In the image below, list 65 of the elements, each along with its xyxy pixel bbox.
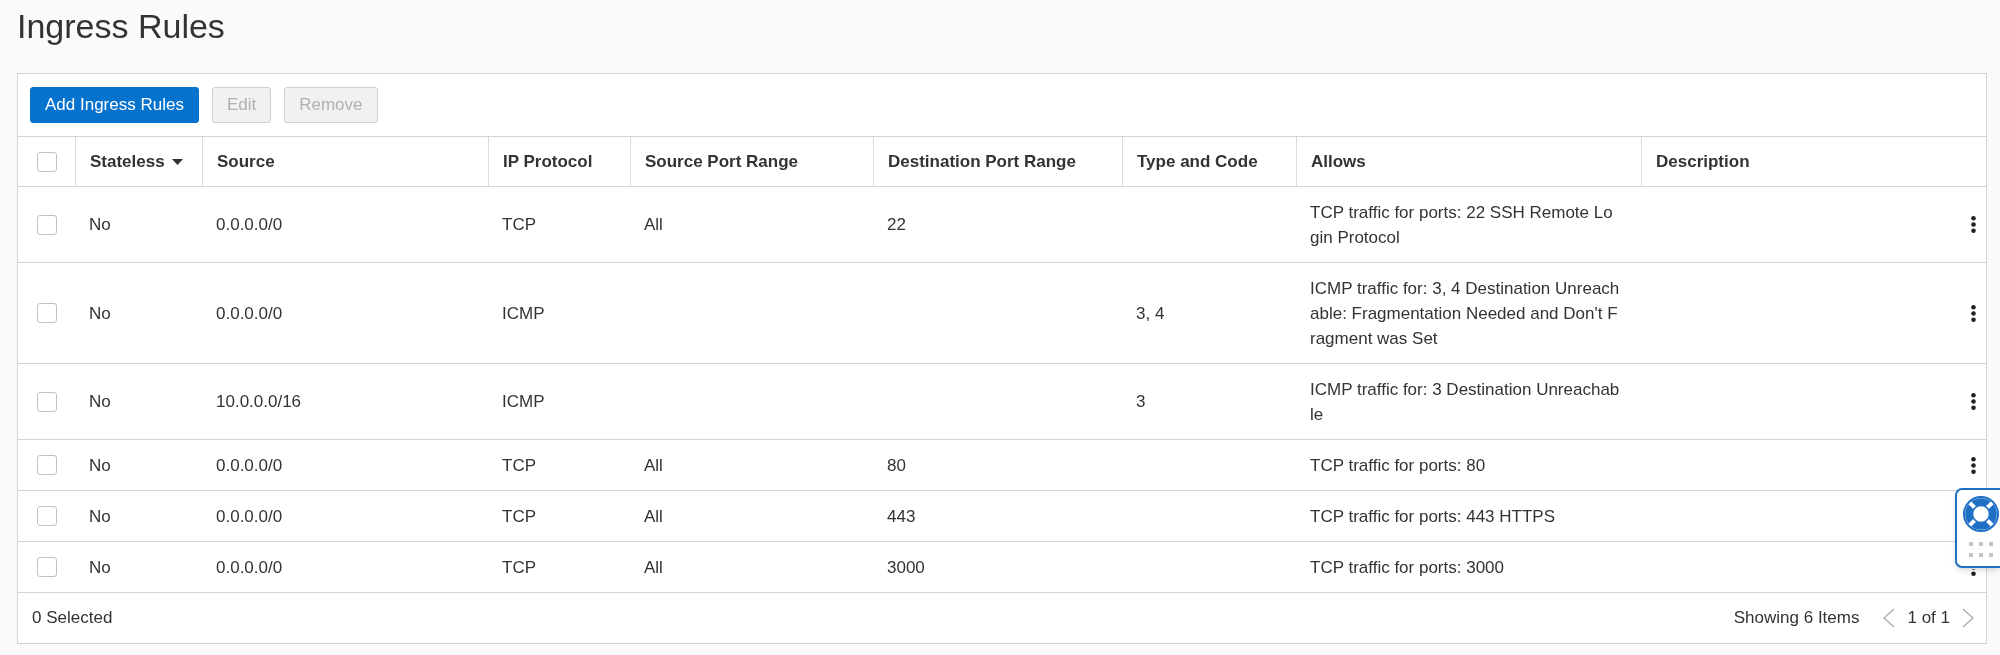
row-checkbox[interactable] — [37, 391, 57, 412]
caret-down-icon[interactable] — [171, 158, 183, 165]
page-indicator: 1 of 1 — [1907, 607, 1950, 630]
toolbar-button[interactable]: Add Ingress Rules — [30, 87, 199, 123]
row-checkbox[interactable] — [37, 303, 57, 323]
table-cell: All — [644, 506, 663, 526]
column-header[interactable]: Source — [203, 137, 489, 186]
table-cell: 3 — [1136, 392, 1146, 411]
select-all-checkbox[interactable] — [36, 151, 57, 172]
table-cell: No — [89, 392, 111, 411]
column-header[interactable]: Type and Code — [1123, 137, 1297, 186]
table-cell-text: TCP traffic for ports: 3000 — [1310, 556, 1505, 579]
table-cell: ICMP — [502, 392, 545, 411]
table-cell: 3, 4 — [1136, 303, 1165, 323]
table-cell: No — [89, 215, 111, 234]
column-header[interactable]: Destination Port Range — [874, 137, 1123, 186]
table-cell-text: TCP traffic for ports: 80 — [1310, 454, 1487, 477]
table-cell: 10.0.0.0/16 — [216, 392, 302, 411]
table-cell: All — [644, 557, 663, 577]
table-cell: 0.0.0.0/0 — [216, 215, 283, 234]
page-title: Ingress Rules — [17, 6, 225, 46]
table-cell-text: ICMP traffic for: 3 Destination Unreachable — [1310, 378, 1621, 426]
row-checkbox[interactable] — [37, 455, 57, 475]
help-widget[interactable] — [1955, 488, 2000, 568]
selection-count: 0 Selected — [32, 607, 113, 630]
chevron-right-icon[interactable] — [1962, 608, 1975, 628]
lifebuoy-icon[interactable] — [1963, 496, 1999, 532]
table-cell-text: ICMP traffic for: 3, 4 Destination Unreachable: Fragmentation Needed and Don't Fragment was Set — [1310, 277, 1621, 350]
grip-icon[interactable] — [1969, 542, 1993, 557]
column-header[interactable]: IP Protocol — [489, 137, 631, 186]
table-cell: TCP — [502, 557, 536, 577]
more-options-icon[interactable] — [1971, 456, 1976, 474]
table-cell: TCP — [502, 215, 536, 234]
row-checkbox[interactable] — [37, 214, 57, 235]
column-header[interactable]: Description — [1642, 137, 1986, 186]
table-cell: 0.0.0.0/0 — [216, 557, 283, 577]
table-cell: No — [89, 506, 111, 526]
column-header[interactable]: Source Port Range — [631, 137, 874, 186]
row-checkbox[interactable] — [37, 557, 57, 577]
table-cell: 3000 — [887, 557, 925, 577]
table-cell: All — [644, 215, 663, 234]
more-options-icon[interactable] — [1971, 304, 1976, 322]
table-cell: ICMP — [502, 303, 545, 323]
column-header[interactable]: Stateless — [76, 137, 203, 186]
table-cell: No — [89, 557, 111, 577]
table-cell: No — [89, 455, 111, 475]
table-cell-text: TCP traffic for ports: 443 HTTPS — [1310, 505, 1556, 528]
row-checkbox[interactable] — [37, 506, 57, 526]
column-header[interactable]: Allows — [1297, 137, 1642, 186]
item-count: Showing 6 Items — [1733, 607, 1860, 630]
more-options-icon[interactable] — [1971, 393, 1976, 410]
table-cell: TCP — [502, 455, 536, 475]
table-cell: No — [89, 303, 111, 323]
more-options-icon[interactable] — [1971, 216, 1976, 233]
chevron-left-icon[interactable] — [1882, 608, 1896, 628]
table-cell: TCP — [502, 506, 536, 526]
table-cell: 443 — [887, 506, 916, 526]
table-cell-text: TCP traffic for ports: 22 SSH Remote Login Protocol — [1310, 201, 1614, 249]
more-options-icon[interactable] — [1971, 568, 1976, 576]
table-cell: 0.0.0.0/0 — [216, 303, 283, 323]
table-cell: 0.0.0.0/0 — [216, 506, 283, 526]
table-cell: 80 — [887, 455, 906, 475]
table-cell: 22 — [887, 215, 906, 234]
table-cell: 0.0.0.0/0 — [216, 455, 283, 475]
table-cell: All — [644, 455, 663, 475]
